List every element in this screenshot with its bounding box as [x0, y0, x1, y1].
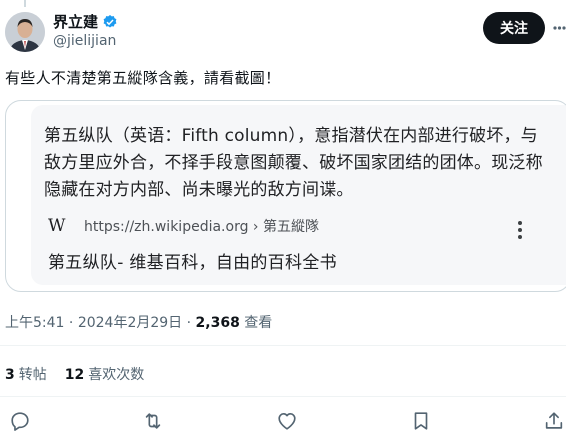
- author-handle[interactable]: @jielijian: [53, 33, 116, 49]
- card-snippet: 第五纵队（英语：Fifth column），意指潜伏在内部进行破坏，与敌方里应外…: [44, 126, 543, 200]
- likes-count: 12: [64, 367, 85, 383]
- author-name[interactable]: 界立建: [53, 11, 98, 32]
- verified-badge-icon[interactable]: [102, 14, 118, 30]
- repost-icon: [145, 413, 161, 429]
- wikipedia-logo-icon: W: [48, 216, 66, 236]
- card-result-title: 第五纵队- 维基百科，自由的百科全书: [48, 253, 337, 273]
- like-button[interactable]: [276, 410, 300, 434]
- tweet-date[interactable]: 2024年2月29日: [78, 315, 182, 331]
- card-source-url: https://zh.wikipedia.org › 第五縱隊: [84, 219, 319, 235]
- tweet-time[interactable]: 上午5:41: [5, 315, 64, 331]
- tweet-meta: 上午5:41 · 2024年2月29日 · 2,368 查看: [5, 312, 272, 332]
- reposts-count: 3: [5, 367, 15, 383]
- divider: [0, 345, 566, 346]
- reposts-label: 转帖: [18, 367, 47, 383]
- share-button[interactable]: [543, 410, 566, 434]
- views-count: 2,368: [195, 315, 240, 331]
- divider: [0, 396, 566, 397]
- bookmark-icon: [414, 412, 428, 430]
- avatar[interactable]: [5, 12, 45, 52]
- card-source-row: W https://zh.wikipedia.org › 第五縱隊: [48, 216, 319, 236]
- card-kebab-icon: [518, 221, 522, 239]
- meta-separator: ·: [68, 315, 78, 331]
- reposts-stat[interactable]: 3 转帖: [5, 364, 47, 384]
- avatar-image: [5, 12, 45, 52]
- reply-icon: [11, 412, 29, 431]
- author-name-row[interactable]: 界立建: [53, 11, 118, 32]
- repost-button[interactable]: [142, 410, 166, 434]
- more-options-icon[interactable]: [552, 18, 566, 38]
- tweet-stats: 3 转帖 12 喜欢次数: [5, 364, 144, 384]
- views-label: 查看: [244, 315, 273, 331]
- action-bar: [0, 410, 566, 438]
- follow-button[interactable]: 关注: [483, 12, 545, 44]
- likes-label: 喜欢次数: [88, 367, 145, 383]
- reply-button[interactable]: [9, 410, 33, 434]
- thread-line: [24, 0, 26, 7]
- tweet-text: 有些人不清楚第五縱隊含義，請看截圖！: [5, 69, 281, 87]
- heart-icon: [278, 413, 296, 430]
- share-icon: [545, 412, 563, 429]
- likes-stat[interactable]: 12 喜欢次数: [65, 364, 144, 384]
- meta-separator: ·: [186, 315, 196, 331]
- bookmark-button[interactable]: [410, 410, 434, 434]
